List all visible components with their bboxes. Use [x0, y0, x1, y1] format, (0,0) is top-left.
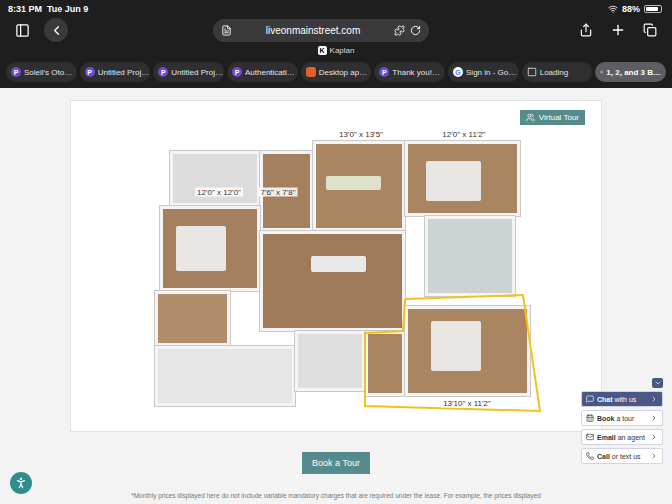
room-dimension: 13'10" x 11'2" — [441, 399, 493, 408]
furniture — [431, 321, 481, 371]
tab[interactable]: PUntitled Proj… — [153, 62, 224, 82]
wifi-icon — [608, 4, 618, 14]
floor-plan-card: 13'0" x 13'5" 12'0" x 11'2" 12'0" x 12'0" 7… — [70, 100, 602, 432]
back-button[interactable] — [44, 18, 68, 42]
contact-icon — [586, 452, 594, 460]
patio — [170, 151, 260, 206]
sidebar-icon — [15, 23, 30, 38]
tab-label: Desktop ap… — [319, 68, 367, 77]
people-icon — [526, 113, 535, 122]
new-tab-button[interactable] — [606, 18, 630, 42]
back-icon — [49, 23, 64, 38]
laundry — [295, 331, 365, 391]
tab[interactable]: PThank you!… — [374, 62, 445, 82]
share-button[interactable] — [574, 18, 598, 42]
status-date: Tue Jun 9 — [47, 4, 88, 14]
bathroom — [155, 346, 295, 406]
url-text: liveonmainstreet.com — [266, 25, 360, 36]
close-tab-icon[interactable] — [600, 67, 603, 77]
tab-label: Sign in - Go… — [466, 68, 516, 77]
share-icon — [579, 23, 593, 37]
bathroom — [425, 216, 515, 296]
favicon: G — [453, 67, 463, 77]
tab-label: Untitled Proj… — [98, 68, 150, 77]
contact-icon — [586, 414, 594, 422]
favicon: P — [85, 67, 95, 77]
chevron-down-icon — [654, 379, 662, 387]
virtual-tour-button[interactable]: Virtual Tour — [520, 110, 585, 125]
tabs-button[interactable] — [638, 18, 662, 42]
room-dimension: 12'0" x 12'0" — [195, 188, 243, 197]
chevron-right-icon — [650, 395, 658, 403]
tab[interactable]: GSign in - Go… — [448, 62, 519, 82]
room-dimension: 12'0" x 11'2" — [440, 130, 487, 139]
room-dimension: 7'6" x 7'8" — [259, 188, 298, 197]
closet — [365, 331, 405, 396]
contact-option[interactable]: Book a tour — [581, 410, 663, 426]
tab[interactable]: 1, 2, and 3 B… — [595, 62, 666, 82]
tab-bar: PSoleil's Oto…PUntitled Proj…PUntitled P… — [0, 61, 672, 83]
furniture — [326, 176, 381, 190]
furniture — [311, 256, 366, 272]
sidebar-button[interactable] — [10, 18, 34, 42]
furniture — [426, 161, 481, 201]
highlight-outline — [71, 101, 601, 431]
favicon: P — [232, 67, 242, 77]
status-bar: 8:31 PM Tue Jun 9 88% — [0, 0, 672, 17]
plus-icon — [610, 22, 626, 38]
contact-icon — [586, 433, 594, 441]
furniture — [176, 226, 226, 271]
kaplan-badge: K — [318, 46, 327, 55]
tab-label: Thank you!… — [392, 68, 440, 77]
battery-percent: 88% — [622, 4, 640, 14]
book-tour-button[interactable]: Book a Tour — [302, 452, 370, 474]
closet — [155, 291, 230, 346]
kitchen — [260, 231, 405, 331]
tab[interactable]: PAuthenticati… — [227, 62, 298, 82]
subtitle-text: Kaplan — [330, 46, 355, 55]
contact-icon — [586, 395, 594, 403]
page-subtitle: KKaplan — [0, 43, 672, 57]
chevron-right-icon — [650, 452, 658, 460]
contact-option[interactable]: Call or text us — [581, 448, 663, 464]
footer-note: *Monthly prices displayed here do not in… — [126, 491, 546, 500]
room-dimension: 13'0" x 13'5" — [337, 130, 385, 139]
reload-icon — [410, 25, 421, 36]
contact-option[interactable]: Email an agent — [581, 429, 663, 445]
tab[interactable]: Desktop ap… — [301, 62, 372, 82]
favicon: P — [11, 67, 21, 77]
battery-icon — [644, 5, 662, 13]
status-time: 8:31 PM — [8, 4, 42, 14]
loading-icon — [527, 67, 537, 77]
accessibility-button[interactable] — [10, 472, 32, 494]
address-bar[interactable]: liveonmainstreet.com — [213, 19, 429, 42]
collapse-button[interactable] — [652, 378, 663, 388]
tab-label: Soleil's Oto… — [24, 68, 72, 77]
tab-label: Untitled Proj… — [171, 68, 223, 77]
toolbar: liveonmainstreet.com — [0, 17, 672, 43]
reader-icon — [221, 25, 232, 36]
extension-icon — [394, 25, 405, 36]
contact-option[interactable]: Chat with us — [581, 391, 663, 407]
tabs-icon — [643, 23, 657, 37]
tab[interactable]: PUntitled Proj… — [80, 62, 151, 82]
favicon: P — [379, 67, 389, 77]
web-page: 13'0" x 13'5" 12'0" x 11'2" 12'0" x 12'0" 7… — [0, 88, 672, 504]
chevron-right-icon — [650, 433, 658, 441]
favicon — [306, 67, 316, 77]
tab[interactable]: PSoleil's Oto… — [6, 62, 77, 82]
accessibility-icon — [14, 476, 28, 490]
screen: 8:31 PM Tue Jun 9 88% liveonmainstreet.com K… — [0, 0, 672, 504]
browser-chrome: 8:31 PM Tue Jun 9 88% liveonmainstreet.com K… — [0, 0, 672, 88]
contact-widget: Chat with us Book a tour Email an agent Cal… — [581, 378, 663, 464]
tab-label: Authenticati… — [245, 68, 295, 77]
favicon: P — [158, 67, 168, 77]
floor-plan: 13'0" x 13'5" 12'0" x 11'2" 12'0" x 12'0" 7… — [71, 101, 601, 431]
chevron-right-icon — [650, 414, 658, 422]
tab-label: Loading — [540, 68, 568, 77]
tab[interactable]: Loading — [522, 62, 593, 82]
tab-label: 1, 2, and 3 B… — [606, 68, 661, 77]
